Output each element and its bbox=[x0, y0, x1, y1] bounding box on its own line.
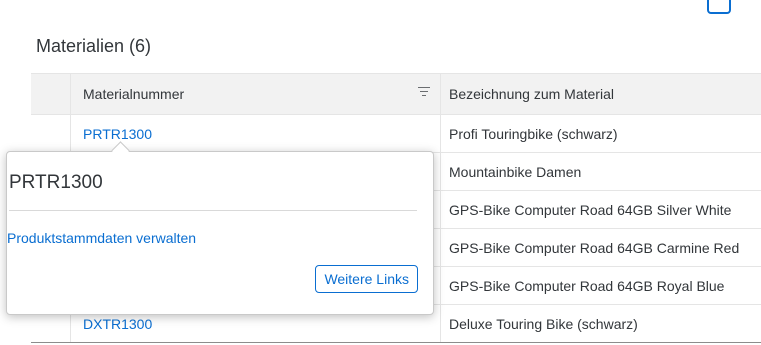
material-number-link[interactable]: DXTR1300 bbox=[83, 316, 152, 332]
column-header-label: Bezeichnung zum Material bbox=[449, 86, 614, 102]
row-selector[interactable] bbox=[31, 115, 71, 152]
selection-header-cell bbox=[31, 74, 71, 114]
quickview-popover: PRTR1300 Produktstammdaten verwalten Wei… bbox=[6, 151, 434, 315]
more-links-button[interactable]: Weitere Links bbox=[315, 265, 418, 293]
material-description-cell: GPS-Bike Computer Road 64GB Carmine Red bbox=[449, 239, 740, 256]
material-description-cell: Deluxe Touring Bike (schwarz) bbox=[449, 315, 638, 332]
column-header-description[interactable]: Bezeichnung zum Material bbox=[441, 74, 761, 114]
table-row[interactable]: PRTR1300 Profi Touringbike (schwarz) bbox=[31, 115, 761, 153]
toolbar-button-icon[interactable] bbox=[707, 0, 731, 14]
popover-title: PRTR1300 bbox=[9, 172, 103, 193]
table-header-row: Materialnummer Bezeichnung zum Material bbox=[31, 74, 761, 115]
manage-product-master-link[interactable]: Produktstammdaten verwalten bbox=[7, 230, 196, 246]
material-number-link[interactable]: PRTR1300 bbox=[83, 126, 152, 142]
material-description-cell: Profi Touringbike (schwarz) bbox=[449, 125, 618, 142]
column-header-material-number[interactable]: Materialnummer bbox=[71, 74, 441, 114]
popover-divider bbox=[9, 210, 417, 211]
material-description-cell: GPS-Bike Computer Road 64GB Silver White bbox=[449, 201, 732, 218]
column-header-label: Materialnummer bbox=[83, 86, 185, 102]
material-description-cell: GPS-Bike Computer Road 64GB Royal Blue bbox=[449, 277, 725, 294]
table-title: Materialien (6) bbox=[36, 36, 152, 56]
sort-icon[interactable] bbox=[418, 87, 430, 99]
material-description-cell: Mountainbike Damen bbox=[449, 163, 582, 180]
